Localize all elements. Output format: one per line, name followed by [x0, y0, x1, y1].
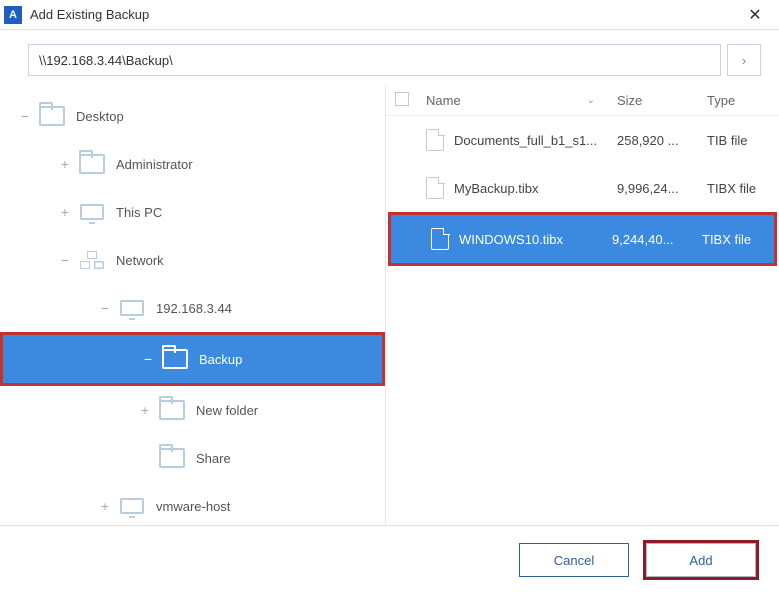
column-size[interactable]: Size [609, 93, 699, 108]
tree-item-desktop[interactable]: − Desktop [0, 92, 385, 140]
file-icon [426, 177, 444, 199]
app-icon: A [4, 6, 22, 24]
file-size: 9,244,40... [604, 232, 694, 247]
tree-item-share[interactable]: + Share [0, 434, 385, 482]
tree-label: New folder [196, 403, 258, 418]
column-type[interactable]: Type [699, 93, 779, 108]
file-row[interactable]: MyBackup.tibx 9,996,24... TIBX file [386, 164, 779, 212]
tree-label: Share [196, 451, 231, 466]
tree-item-vmware[interactable]: + vmware-host [0, 482, 385, 525]
file-name: MyBackup.tibx [454, 181, 539, 196]
pc-icon [80, 204, 104, 220]
expand-icon[interactable]: + [98, 498, 112, 514]
file-type: TIB file [699, 133, 779, 148]
selected-tree-highlight: − Backup [0, 332, 385, 386]
tree-item-network[interactable]: − Network [0, 236, 385, 284]
file-name: WINDOWS10.tibx [459, 232, 563, 247]
folder-icon [159, 448, 185, 468]
tree-item-host[interactable]: − 192.168.3.44 [0, 284, 385, 332]
file-list: Name⌄ Size Type Documents_full_b1_s1... … [385, 86, 779, 525]
collapse-icon[interactable]: − [98, 300, 112, 316]
path-bar: › [0, 30, 779, 86]
select-all-checkbox[interactable] [395, 92, 409, 106]
path-input[interactable] [28, 44, 721, 76]
file-size: 258,920 ... [609, 133, 699, 148]
network-icon [80, 251, 104, 269]
dialog-footer: Cancel Add [0, 526, 779, 594]
tree-label: Desktop [76, 109, 124, 124]
tree-label: Backup [199, 352, 242, 367]
title-bar: A Add Existing Backup ✕ [0, 0, 779, 30]
tree-label: This PC [116, 205, 162, 220]
tree-label: Administrator [116, 157, 193, 172]
file-name: Documents_full_b1_s1... [454, 133, 597, 148]
tree-item-new-folder[interactable]: + New folder [0, 386, 385, 434]
tree-label: vmware-host [156, 499, 230, 514]
sort-caret-icon: ⌄ [587, 95, 595, 106]
folder-icon [162, 349, 188, 369]
add-button-highlight: Add [643, 540, 759, 580]
tree-item-backup[interactable]: − Backup [3, 335, 382, 383]
file-type: TIBX file [699, 181, 779, 196]
window-title: Add Existing Backup [30, 7, 735, 22]
add-button[interactable]: Add [646, 543, 756, 577]
file-icon [426, 129, 444, 151]
column-name[interactable]: Name⌄ [418, 93, 609, 108]
tree-item-administrator[interactable]: + Administrator [0, 140, 385, 188]
expand-icon[interactable]: + [138, 402, 152, 418]
cancel-button[interactable]: Cancel [519, 543, 629, 577]
collapse-icon[interactable]: − [18, 108, 32, 124]
folder-tree: − Desktop + Administrator + This PC − Ne… [0, 86, 385, 525]
folder-icon [39, 106, 65, 126]
path-go-button[interactable]: › [727, 44, 761, 76]
collapse-icon[interactable]: − [141, 351, 155, 367]
close-button[interactable]: ✕ [735, 5, 775, 25]
file-icon [431, 228, 449, 250]
selected-file-highlight: WINDOWS10.tibx 9,244,40... TIBX file [388, 212, 777, 266]
file-row[interactable]: WINDOWS10.tibx 9,244,40... TIBX file [391, 215, 774, 263]
folder-icon [79, 154, 105, 174]
collapse-icon[interactable]: − [58, 252, 72, 268]
folder-icon [159, 400, 185, 420]
pc-icon [120, 300, 144, 316]
tree-label: Network [116, 253, 164, 268]
tree-item-this-pc[interactable]: + This PC [0, 188, 385, 236]
expand-icon[interactable]: + [58, 204, 72, 220]
file-type: TIBX file [694, 232, 774, 247]
tree-label: 192.168.3.44 [156, 301, 232, 316]
file-row[interactable]: Documents_full_b1_s1... 258,920 ... TIB … [386, 116, 779, 164]
file-size: 9,996,24... [609, 181, 699, 196]
file-list-header: Name⌄ Size Type [386, 86, 779, 116]
expand-icon[interactable]: + [58, 156, 72, 172]
pc-icon [120, 498, 144, 514]
